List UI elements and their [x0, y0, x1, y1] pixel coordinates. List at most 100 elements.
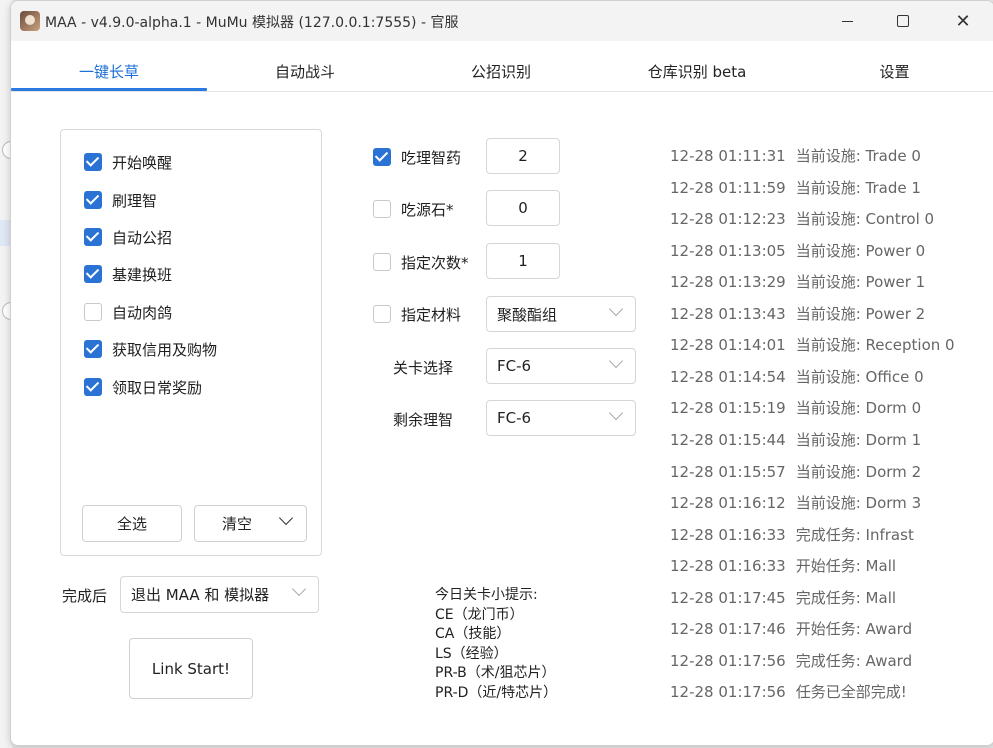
stone-count-input[interactable]: 0 [486, 190, 560, 226]
log-time: 12-28 01:13:05 [670, 242, 786, 260]
tab-auto-battle[interactable]: 自动战斗 [207, 51, 403, 91]
task-label: 自动公招 [112, 228, 173, 247]
stage-tip-line: PR-D（近/特芯片） [435, 684, 558, 701]
log-entry: 12-28 01:13:29 当前设施: Power 1 [670, 271, 925, 292]
log-entry: 12-28 01:14:01 当前设施: Reception 0 [670, 334, 955, 355]
log-time: 12-28 01:17:56 [670, 683, 786, 701]
checkbox-checked-icon[interactable] [84, 378, 102, 396]
log-entry: 12-28 01:15:44 当前设施: Dorm 1 [670, 429, 921, 450]
checkbox-checked-icon[interactable] [84, 153, 102, 171]
log-entry: 12-28 01:14:54 当前设施: Office 0 [670, 366, 924, 387]
tab-depot[interactable]: 仓库识别 beta [599, 51, 795, 91]
use-stone-option[interactable]: 吃源石* [373, 198, 454, 220]
clear-label: 清空 [222, 515, 253, 533]
log-entry: 12-28 01:15:19 当前设施: Dorm 0 [670, 397, 921, 418]
log-time: 12-28 01:13:43 [670, 305, 786, 323]
log-entry: 12-28 01:16:33 完成任务: Infrast [670, 524, 914, 545]
medicine-count-input[interactable]: 2 [486, 138, 560, 174]
task-list-panel: 开始唤醒 刷理智 自动公招 基建换班 自动肉鸽 获取信用及购物 领取日常奖励 全… [60, 129, 322, 556]
tab-farming[interactable]: 一键长草 [11, 51, 207, 91]
background-selection [0, 220, 10, 246]
active-tab-indicator [11, 88, 207, 91]
log-time: 12-28 01:11:59 [670, 179, 786, 197]
checkbox-unchecked-icon[interactable] [373, 200, 391, 218]
log-time: 12-28 01:17:45 [670, 589, 786, 607]
task-infrast[interactable]: 基建换班 [84, 263, 172, 285]
log-text: 当前设施: Power 2 [795, 305, 926, 323]
task-start-wakeup[interactable]: 开始唤醒 [84, 151, 172, 173]
tab-recruit[interactable]: 公招识别 [403, 51, 599, 91]
close-button[interactable]: ✕ [935, 1, 991, 41]
maximize-button[interactable] [875, 1, 931, 41]
material-value: 聚酸酯组 [497, 305, 558, 324]
checkbox-checked-icon[interactable] [84, 265, 102, 283]
log-text: 当前设施: Dorm 2 [795, 463, 922, 481]
chevron-down-icon [608, 405, 624, 421]
clear-button[interactable]: 清空 [194, 505, 307, 542]
log-time: 12-28 01:13:29 [670, 273, 786, 291]
log-text: 当前设施: Power 0 [795, 242, 926, 260]
log-entry: 12-28 01:12:23 当前设施: Control 0 [670, 208, 934, 229]
log-text: 当前设施: Trade 0 [795, 147, 921, 165]
log-panel[interactable]: 12-28 01:11:31 当前设施: Trade 0 12-28 01:11:… [670, 116, 990, 716]
checkbox-unchecked-icon[interactable] [373, 305, 391, 323]
maximize-icon [897, 15, 909, 27]
remaining-sanity-label: 剩余理智 [393, 411, 454, 429]
select-all-button[interactable]: 全选 [82, 505, 182, 542]
use-stone-label: 吃源石* [401, 200, 454, 219]
material-select[interactable]: 聚酸酯组 [486, 296, 636, 332]
use-medicine-option[interactable]: 吃理智药 [373, 146, 461, 168]
task-recruit[interactable]: 自动公招 [84, 226, 172, 248]
link-start-button[interactable]: Link Start! [129, 638, 253, 699]
minimize-icon [841, 20, 853, 22]
log-time: 12-28 01:17:56 [670, 652, 786, 670]
stage-tip-line: CA（技能） [435, 626, 511, 642]
log-text: 当前设施: Power 1 [795, 273, 926, 291]
log-time: 12-28 01:14:54 [670, 368, 786, 386]
task-roguelike[interactable]: 自动肉鸽 [84, 301, 172, 323]
log-entry: 12-28 01:13:05 当前设施: Power 0 [670, 240, 925, 261]
close-icon: ✕ [955, 10, 971, 32]
stage-tip-line: PR-B（术/狙芯片） [435, 665, 556, 681]
stage-tips-title: 今日关卡小提示: [435, 587, 538, 603]
remaining-sanity-select[interactable]: FC-6 [486, 400, 636, 436]
task-fight[interactable]: 刷理智 [84, 189, 157, 211]
tab-settings[interactable]: 设置 [795, 51, 993, 91]
log-text: 当前设施: Dorm 0 [795, 399, 922, 417]
task-label: 获取信用及购物 [112, 340, 218, 359]
checkbox-checked-icon[interactable] [84, 340, 102, 358]
checkbox-unchecked-icon[interactable] [373, 253, 391, 271]
chevron-down-icon [608, 301, 624, 317]
times-count-input[interactable]: 1 [486, 243, 560, 279]
stage-select-label: 关卡选择 [393, 359, 454, 377]
title-bar[interactable]: MAA - v4.9.0-alpha.1 - MuMu 模拟器 (127.0.0… [11, 1, 993, 41]
task-label: 刷理智 [112, 191, 158, 210]
task-award[interactable]: 领取日常奖励 [84, 376, 202, 398]
log-time: 12-28 01:11:31 [670, 147, 786, 165]
maa-window: MAA - v4.9.0-alpha.1 - MuMu 模拟器 (127.0.0… [10, 0, 993, 746]
log-time: 12-28 01:15:57 [670, 463, 786, 481]
window-title: MAA - v4.9.0-alpha.1 - MuMu 模拟器 (127.0.0… [45, 15, 459, 31]
log-entry: 12-28 01:15:57 当前设施: Dorm 2 [670, 461, 921, 482]
minimize-button[interactable] [819, 1, 875, 41]
checkbox-checked-icon[interactable] [373, 148, 391, 166]
chevron-down-icon [291, 581, 307, 597]
checkbox-unchecked-icon[interactable] [84, 303, 102, 321]
log-time: 12-28 01:16:12 [670, 494, 786, 512]
log-entry: 12-28 01:16:33 开始任务: Mall [670, 555, 896, 576]
stage-select[interactable]: FC-6 [486, 348, 636, 384]
maa-app-icon [20, 11, 40, 31]
after-finish-select[interactable]: 退出 MAA 和 模拟器 [120, 576, 319, 613]
checkbox-checked-icon[interactable] [84, 191, 102, 209]
stage-tip-line: CE（龙门币） [435, 606, 524, 623]
checkbox-checked-icon[interactable] [84, 228, 102, 246]
task-mall[interactable]: 获取信用及购物 [84, 338, 217, 360]
material-option[interactable]: 指定材料 [373, 303, 461, 325]
times-option[interactable]: 指定次数* [373, 251, 469, 273]
chevron-down-icon[interactable] [278, 510, 294, 526]
log-text: 完成任务: Award [795, 652, 913, 670]
log-text: 当前设施: Office 0 [795, 368, 924, 386]
log-entry: 12-28 01:17:45 完成任务: Mall [670, 587, 896, 608]
log-entry: 12-28 01:16:12 当前设施: Dorm 3 [670, 492, 921, 513]
log-entry: 12-28 01:17:46 开始任务: Award [670, 618, 912, 639]
